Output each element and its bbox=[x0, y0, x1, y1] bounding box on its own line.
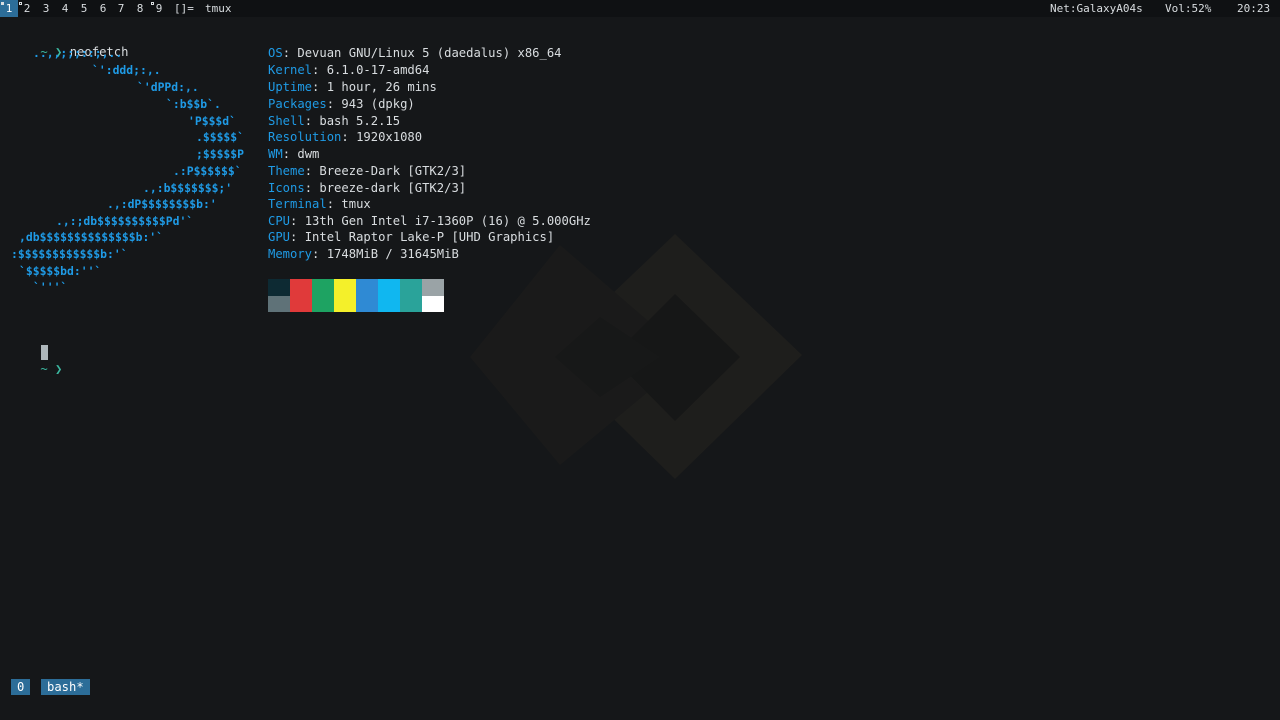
info-row: Memory: 1748MiB / 31645MiB bbox=[268, 247, 459, 261]
color-swatch bbox=[356, 296, 378, 312]
tag-label: 8 bbox=[136, 2, 144, 15]
terminal[interactable]: ~ ❯ neofetch ..,,;;;::;,.. `':ddd;:,. `'… bbox=[0, 17, 1280, 720]
tmux-session[interactable]: 0 bbox=[11, 679, 31, 695]
info-row: Kernel: 6.1.0-17-amd64 bbox=[268, 63, 430, 77]
text-cursor bbox=[41, 345, 48, 360]
info-row: OS: Devuan GNU/Linux 5 (daedalus) x86_64 bbox=[268, 46, 562, 60]
tag-label: 6 bbox=[99, 2, 107, 15]
tag-label: 7 bbox=[117, 2, 125, 15]
command-line: ~ ❯ neofetch bbox=[11, 28, 128, 59]
art-line: ;$$$$$P bbox=[196, 147, 245, 161]
volume-status: Vol:52% bbox=[1165, 2, 1212, 15]
art-line: :$$$$$$$$$$$$b:'` bbox=[11, 247, 128, 261]
info-row: GPU: Intel Raptor Lake-P [UHD Graphics] bbox=[268, 230, 555, 244]
art-line: ..,,;;;::;,.. bbox=[33, 46, 123, 60]
tag-label: 1 bbox=[5, 2, 13, 15]
top-bar: 1 2 3 4 5 6 7 8 9 []= tmux Net:GalaxyA04… bbox=[0, 0, 1280, 17]
info-row: CPU: 13th Gen Intel i7-1360P (16) @ 5.00… bbox=[268, 214, 591, 228]
info-row: Icons: breeze-dark [GTK2/3] bbox=[268, 181, 467, 195]
occupied-indicator bbox=[1, 2, 4, 5]
info-row: Shell: bash 5.2.15 bbox=[268, 114, 401, 128]
color-swatch bbox=[268, 279, 290, 296]
clock: 20:23 bbox=[1237, 2, 1271, 15]
tag-4[interactable]: 4 bbox=[56, 0, 74, 17]
tag-5[interactable]: 5 bbox=[75, 0, 93, 17]
tag-label: 5 bbox=[80, 2, 88, 15]
window-title: tmux bbox=[205, 2, 232, 15]
color-palette bbox=[268, 279, 444, 312]
tag-label: 3 bbox=[42, 2, 50, 15]
color-swatch bbox=[400, 279, 422, 296]
color-swatch bbox=[290, 296, 312, 312]
art-line: .,:;db$$$$$$$$$$Pd'` bbox=[56, 214, 194, 228]
tag-label: 9 bbox=[155, 2, 163, 15]
color-swatch bbox=[268, 296, 290, 312]
tag-label: 4 bbox=[61, 2, 69, 15]
info-row: Packages: 943 (dpkg) bbox=[268, 97, 415, 111]
occupied-indicator bbox=[19, 2, 22, 5]
layout-indicator[interactable]: []= bbox=[174, 0, 194, 17]
art-line: .,:b$$$$$$$;' bbox=[143, 181, 233, 195]
occupied-indicator bbox=[151, 2, 154, 5]
info-row: Resolution: 1920x1080 bbox=[268, 130, 423, 144]
art-line: `':ddd;:,. bbox=[92, 63, 161, 77]
color-swatch bbox=[312, 279, 334, 296]
info-row: Theme: Breeze-Dark [GTK2/3] bbox=[268, 164, 467, 178]
color-swatch bbox=[422, 279, 444, 296]
art-line: .$$$$$` bbox=[196, 130, 245, 144]
art-line: `$$$$$bd:''` bbox=[19, 264, 102, 278]
art-line: .:P$$$$$$` bbox=[173, 164, 242, 178]
art-line: .,:dP$$$$$$$$b:' bbox=[107, 197, 217, 211]
tag-2[interactable]: 2 bbox=[18, 0, 36, 17]
tag-8[interactable]: 8 bbox=[131, 0, 149, 17]
color-swatch bbox=[378, 279, 400, 296]
art-line: `'dPPd:,. bbox=[137, 80, 199, 94]
tag-9[interactable]: 9 bbox=[150, 0, 168, 17]
color-swatch bbox=[356, 279, 378, 296]
net-status: Net:GalaxyA04s bbox=[1050, 2, 1143, 15]
tag-7[interactable]: 7 bbox=[112, 0, 130, 17]
tag-3[interactable]: 3 bbox=[37, 0, 55, 17]
info-row: WM: dwm bbox=[268, 147, 320, 161]
prompt-line: ~ ❯ bbox=[11, 345, 62, 376]
art-line: 'P$$$d` bbox=[188, 114, 237, 128]
color-swatch bbox=[290, 279, 312, 296]
art-line: `'''` bbox=[33, 280, 68, 294]
tmux-window-tab[interactable]: bash* bbox=[41, 679, 90, 695]
color-swatch bbox=[334, 296, 356, 312]
art-line: ,db$$$$$$$$$$$$$$b:'` bbox=[19, 230, 164, 244]
color-swatch bbox=[378, 296, 400, 312]
info-row: Terminal: tmux bbox=[268, 197, 371, 211]
tag-1[interactable]: 1 bbox=[0, 0, 18, 17]
color-swatch bbox=[400, 296, 422, 312]
art-line: `:b$$b`. bbox=[166, 97, 221, 111]
color-swatch bbox=[312, 296, 334, 312]
color-swatch bbox=[334, 279, 356, 296]
tag-6[interactable]: 6 bbox=[94, 0, 112, 17]
info-row: Uptime: 1 hour, 26 mins bbox=[268, 80, 437, 94]
color-swatch bbox=[422, 296, 444, 312]
prompt-symbol: ~ ❯ bbox=[40, 362, 63, 376]
tag-label: 2 bbox=[23, 2, 31, 15]
